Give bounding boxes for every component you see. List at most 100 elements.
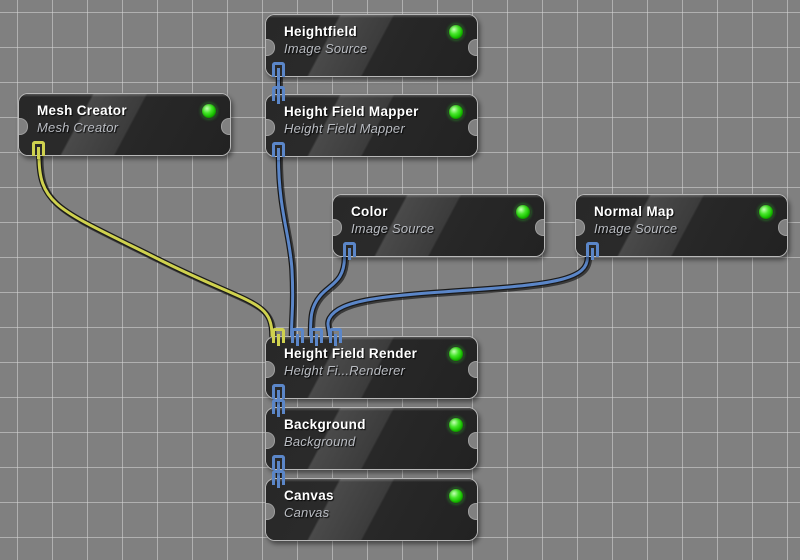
node-title: Mesh Creator (37, 103, 127, 118)
port-stem (315, 334, 318, 346)
node-output-port-image[interactable] (272, 384, 285, 402)
node-top-highlight (266, 15, 477, 18)
node-top-highlight (19, 94, 230, 97)
node-body-gradient (266, 337, 477, 398)
node-right-socket[interactable] (468, 361, 477, 378)
node-left-socket[interactable] (266, 361, 275, 378)
node-right-socket[interactable] (468, 119, 477, 136)
connection-wire[interactable] (309, 255, 346, 338)
node-subtitle: Mesh Creator (37, 120, 119, 135)
port-stem (277, 68, 280, 80)
node-label-group: Height Field Mapper Height Field Mapper (284, 103, 419, 137)
port-stem (334, 334, 337, 346)
node-status-led[interactable] (201, 103, 217, 119)
port-stem (348, 248, 351, 260)
node-subtitle: Image Source (284, 41, 368, 56)
node-output-port-image[interactable] (272, 62, 285, 80)
node-right-socket[interactable] (535, 219, 544, 236)
node-body-gradient (576, 195, 787, 256)
node-normal-map[interactable]: Normal Map Image Source (575, 194, 788, 257)
node-input-port-image[interactable] (272, 399, 285, 417)
node-body-gradient (19, 94, 230, 155)
node-label-group: Canvas Canvas (284, 487, 334, 521)
port-stem (277, 92, 280, 104)
node-height-field-mapper[interactable]: Height Field Mapper Height Field Mapper (265, 94, 478, 157)
node-input-port-image[interactable] (310, 328, 323, 346)
node-subtitle: Image Source (594, 221, 678, 236)
connection-wire-layer (36, 74, 592, 483)
node-canvas[interactable]: Canvas Canvas (265, 478, 478, 541)
node-right-socket[interactable] (221, 118, 230, 135)
node-title: Heightfield (284, 24, 358, 39)
node-input-port-image[interactable] (272, 470, 285, 488)
node-output-port-image[interactable] (586, 242, 599, 260)
node-status-led[interactable] (448, 417, 464, 433)
node-body-gradient (266, 479, 477, 540)
node-label-group: Color Image Source (351, 203, 434, 237)
node-body-gradient (266, 408, 477, 469)
connection-wire-outline (325, 254, 591, 339)
node-input-port-image[interactable] (329, 328, 342, 346)
node-status-led[interactable] (758, 204, 774, 220)
node-label-group: Heightfield Image Source (284, 23, 367, 57)
node-heightfield[interactable]: Heightfield Image Source (265, 14, 478, 77)
node-subtitle: Height Field Mapper (284, 121, 405, 136)
connection-wire[interactable] (277, 155, 295, 338)
node-status-led[interactable] (515, 204, 531, 220)
node-color[interactable]: Color Image Source (332, 194, 545, 257)
node-input-port-image[interactable] (291, 328, 304, 346)
node-input-port-image[interactable] (272, 86, 285, 104)
port-stem (591, 248, 594, 260)
node-status-led[interactable] (448, 346, 464, 362)
connection-wire-shadow (37, 154, 277, 341)
node-title: Normal Map (594, 204, 675, 219)
node-right-socket[interactable] (468, 39, 477, 56)
connection-wire[interactable] (37, 154, 274, 338)
node-body-gradient (266, 15, 477, 76)
node-status-led[interactable] (448, 24, 464, 40)
node-output-port-mesh[interactable] (32, 141, 45, 159)
node-status-led[interactable] (448, 104, 464, 120)
node-left-socket[interactable] (19, 118, 28, 135)
node-title: Canvas (284, 488, 334, 503)
node-background[interactable]: Background Background (265, 407, 478, 470)
node-left-socket[interactable] (266, 39, 275, 56)
node-top-highlight (266, 479, 477, 482)
node-mesh-creator[interactable]: Mesh Creator Mesh Creator (18, 93, 231, 156)
port-stem (37, 147, 40, 159)
node-status-led[interactable] (448, 488, 464, 504)
node-subtitle: Canvas (284, 505, 330, 520)
node-body-gradient (333, 195, 544, 256)
port-stem (277, 334, 280, 346)
node-label-group: Mesh Creator Mesh Creator (37, 102, 127, 136)
node-right-socket[interactable] (468, 503, 477, 520)
node-left-socket[interactable] (576, 219, 585, 236)
connection-wire-outline (36, 153, 275, 339)
node-output-port-image[interactable] (272, 455, 285, 473)
node-output-port-image[interactable] (343, 242, 356, 260)
port-stem (277, 476, 280, 488)
node-top-highlight (266, 408, 477, 411)
connection-wire-shadow (277, 155, 298, 341)
node-right-socket[interactable] (778, 219, 787, 236)
node-left-socket[interactable] (266, 503, 275, 520)
node-subtitle: Background (284, 434, 356, 449)
connection-wire-outline (275, 154, 296, 339)
node-input-port-mesh[interactable] (272, 328, 285, 346)
node-left-socket[interactable] (333, 219, 342, 236)
node-left-socket[interactable] (266, 432, 275, 449)
node-title: Color (351, 204, 388, 219)
node-label-group: Background Background (284, 416, 366, 450)
node-graph-canvas[interactable]: Mesh Creator Mesh Creator Heightfield Image… (0, 0, 800, 560)
connection-wire[interactable] (326, 255, 589, 338)
node-output-port-image[interactable] (272, 142, 285, 160)
node-right-socket[interactable] (468, 432, 477, 449)
node-top-highlight (576, 195, 787, 198)
node-body-gradient (266, 95, 477, 156)
node-top-highlight (333, 195, 544, 198)
node-label-group: Normal Map Image Source (594, 203, 677, 237)
connection-wire-outline (307, 254, 348, 339)
node-title: Background (284, 417, 366, 432)
node-left-socket[interactable] (266, 119, 275, 136)
node-label-group: Height Field Render Height Fi...Renderer (284, 345, 417, 379)
